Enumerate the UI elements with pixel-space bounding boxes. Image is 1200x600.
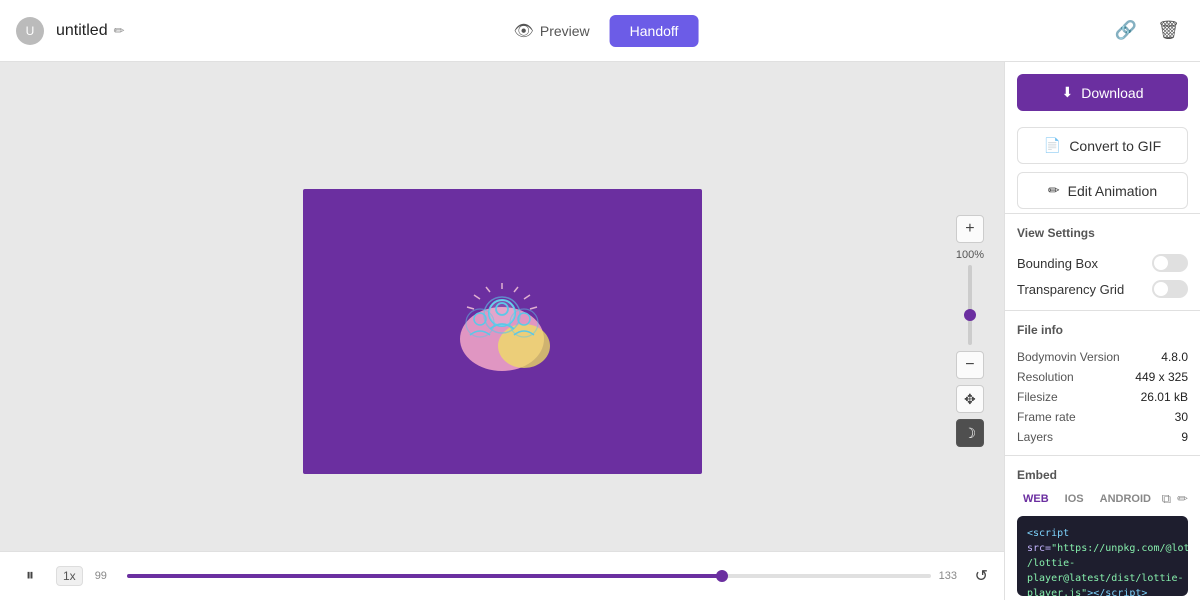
zoom-slider-container: 100%	[956, 249, 984, 345]
transparency-grid-knob	[1154, 282, 1168, 296]
speed-control[interactable]: 1x	[56, 566, 83, 586]
embed-title: Embed	[1017, 468, 1188, 482]
playback-bar: ⏸ 1x 99 133 ↺	[0, 551, 1004, 600]
edit-code-button[interactable]: ✏	[1177, 491, 1188, 507]
download-button[interactable]: ⬇ Download	[1017, 74, 1188, 111]
edit-animation-button[interactable]: ✏ Edit Animation	[1017, 172, 1188, 209]
sidebar: ⬇ Download 📄 Convert to GIF ✏ Edit Anima…	[1004, 62, 1200, 600]
preview-button[interactable]: 👁 Preview	[502, 15, 602, 47]
download-label: Download	[1081, 85, 1143, 101]
code-src-attr: src=	[1027, 543, 1051, 554]
embed-tab-ios[interactable]: IOS	[1059, 490, 1090, 508]
bounding-box-knob	[1154, 256, 1168, 270]
layers-value: 9	[1181, 430, 1188, 444]
zoom-controls: + 100% − ✥ ☽	[956, 215, 984, 447]
filesize-row: Filesize 26.01 kB	[1017, 387, 1188, 407]
title-area: untitled ✏	[56, 22, 125, 40]
right-controls: 🔗 🗑	[1111, 16, 1184, 45]
embed-tab-web[interactable]: WEB	[1017, 490, 1055, 508]
convert-gif-label: Convert to GIF	[1069, 138, 1161, 154]
filesize-value: 26.01 kB	[1141, 390, 1188, 404]
bounding-box-toggle[interactable]	[1152, 254, 1188, 272]
edit-title-icon[interactable]: ✏	[114, 23, 125, 39]
gif-icon: 📄	[1044, 137, 1061, 154]
frame-end: 133	[939, 570, 963, 582]
pan-button[interactable]: ✥	[956, 385, 984, 413]
view-settings-title: View Settings	[1017, 226, 1188, 240]
progress-fill	[127, 574, 722, 578]
transparency-grid-label: Transparency Grid	[1017, 282, 1124, 297]
top-bar: U untitled ✏ 👁 Preview Handoff 🔗 🗑	[0, 0, 1200, 62]
script-tag: <script	[1027, 528, 1069, 539]
handoff-button[interactable]: Handoff	[610, 15, 699, 47]
resolution-row: Resolution 449 x 325	[1017, 367, 1188, 387]
center-controls: 👁 Preview Handoff	[502, 15, 699, 47]
view-settings-section: View Settings Bounding Box Transparency …	[1005, 213, 1200, 310]
embed-tab-android[interactable]: ANDROID	[1094, 490, 1157, 508]
transparency-grid-row: Transparency Grid	[1017, 276, 1188, 302]
download-icon: ⬇	[1062, 84, 1074, 101]
file-title: untitled	[56, 22, 108, 40]
progress-thumb	[716, 570, 728, 582]
resolution-value: 449 x 325	[1135, 370, 1188, 384]
play-pause-button[interactable]: ⏸	[16, 562, 44, 590]
avatar: U	[16, 17, 44, 45]
embed-section: Embed WEB IOS ANDROID ⧉ ✏ <script src="h…	[1005, 455, 1200, 600]
animation-content	[442, 281, 562, 381]
delete-button[interactable]: 🗑	[1153, 16, 1184, 45]
zoom-track[interactable]	[968, 265, 972, 345]
frame-start: 99	[95, 570, 119, 582]
canvas-area: + 100% − ✥ ☽ ⏸ 1x 99 133 ↺	[0, 62, 1004, 600]
edit-animation-label: Edit Animation	[1068, 183, 1158, 199]
bounding-box-label: Bounding Box	[1017, 256, 1098, 271]
frame-rate-label: Frame rate	[1017, 410, 1076, 424]
layers-row: Layers 9	[1017, 427, 1188, 447]
main-area: + 100% − ✥ ☽ ⏸ 1x 99 133 ↺	[0, 62, 1200, 600]
frame-rate-row: Frame rate 30	[1017, 407, 1188, 427]
theme-toggle-button[interactable]: ☽	[956, 419, 984, 447]
loop-button[interactable]: ↺	[975, 566, 988, 586]
progress-track[interactable]	[127, 574, 931, 578]
transparency-grid-toggle[interactable]	[1152, 280, 1188, 298]
embed-code: <script src="https://unpkg.com/@lottiefi…	[1017, 516, 1188, 596]
convert-gif-button[interactable]: 📄 Convert to GIF	[1017, 127, 1188, 164]
zoom-in-button[interactable]: +	[956, 215, 984, 243]
embed-tabs: WEB IOS ANDROID ⧉ ✏	[1017, 490, 1188, 508]
eye-icon: 👁	[514, 21, 534, 41]
preview-label: Preview	[540, 23, 590, 39]
file-info-section: File info Bodymovin Version 4.8.0 Resolu…	[1005, 310, 1200, 455]
frame-rate-value: 30	[1175, 410, 1188, 424]
copy-code-button[interactable]: ⧉	[1162, 491, 1171, 507]
progress-container: 99 133	[95, 570, 963, 582]
layers-label: Layers	[1017, 430, 1053, 444]
file-info-title: File info	[1017, 323, 1188, 337]
edit-icon: ✏	[1048, 182, 1060, 199]
zoom-out-button[interactable]: −	[956, 351, 984, 379]
bodymovin-value: 4.8.0	[1161, 350, 1188, 364]
share-link-button[interactable]: 🔗	[1111, 16, 1141, 45]
bodymovin-row: Bodymovin Version 4.8.0	[1017, 347, 1188, 367]
bounding-box-row: Bounding Box	[1017, 250, 1188, 276]
resolution-label: Resolution	[1017, 370, 1074, 384]
zoom-thumb	[964, 309, 976, 321]
animation-preview	[303, 189, 702, 474]
bodymovin-label: Bodymovin Version	[1017, 350, 1120, 364]
embed-icons: ⧉ ✏	[1162, 491, 1188, 507]
zoom-level: 100%	[956, 249, 984, 261]
filesize-label: Filesize	[1017, 390, 1058, 404]
